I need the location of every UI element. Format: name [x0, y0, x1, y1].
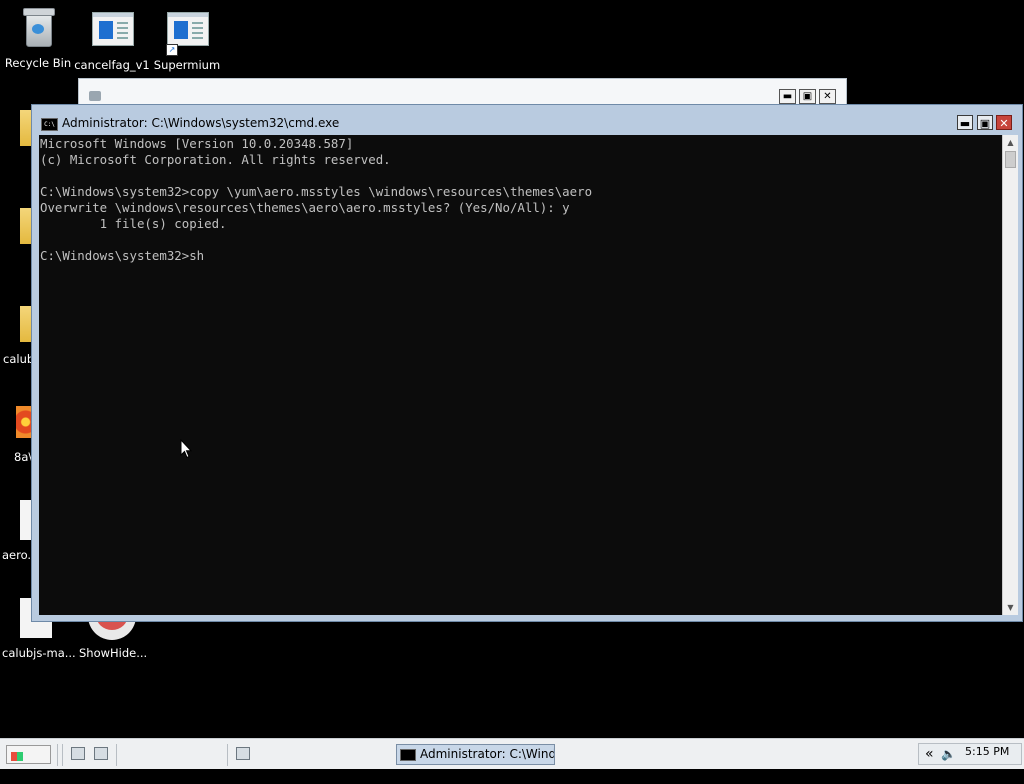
maximize-button[interactable]: ▣	[799, 89, 816, 104]
windows-logo-icon	[11, 751, 23, 761]
taskbar-item-cmd[interactable]: Administrator: C:\Wind...	[396, 744, 555, 765]
cmd-icon: C:\	[41, 118, 58, 131]
desktop-icon-label: Supermium	[153, 58, 221, 72]
desktop-icon-recycle-bin[interactable]: Recycle Bin	[0, 8, 76, 70]
taskbar: Start Administrator: C:\Wind... « 🔈 5:15…	[0, 738, 1024, 781]
camera-icon[interactable]	[236, 747, 250, 760]
recycle-bin-icon	[18, 8, 58, 52]
scroll-up-icon[interactable]: ▲	[1003, 135, 1018, 150]
scroll-thumb[interactable]	[1005, 151, 1016, 168]
desktop-icon-label: calub	[3, 352, 35, 366]
desktop-icon-label: cancelfag_v1	[74, 58, 150, 72]
console-input-line[interactable]: C:\Windows\system32>sh	[40, 248, 204, 264]
desktop-icon-label: ShowHide...	[79, 646, 148, 660]
camera-icon	[89, 91, 101, 101]
mouse-cursor-icon	[180, 439, 192, 459]
console-line: 1 file(s) copied.	[40, 216, 227, 231]
scroll-down-icon[interactable]: ▼	[1003, 600, 1018, 615]
application-window-icon	[92, 12, 134, 56]
volume-icon[interactable]: 🔈	[941, 747, 956, 761]
taskbar-item-label: Administrator: C:\Wind...	[420, 747, 555, 761]
start-button[interactable]: Start	[6, 745, 51, 781]
console-output[interactable]: Microsoft Windows [Version 10.0.20348.58…	[39, 135, 1002, 615]
maximize-button[interactable]: ▣	[977, 115, 993, 130]
cmd-title-bar[interactable]: C:\ Administrator: C:\Windows\system32\c…	[32, 105, 1022, 135]
vertical-scrollbar[interactable]: ▲ ▼	[1002, 135, 1018, 615]
start-label: Start	[11, 768, 38, 781]
console-line: Overwrite \windows\resources\themes\aero…	[40, 200, 570, 215]
clock[interactable]: 5:15 PM	[965, 745, 1009, 758]
show-desktop-icon[interactable]	[71, 747, 85, 760]
desktop-icon-label: 8a\	[14, 450, 33, 464]
desktop-icon-label: Recycle Bin	[4, 56, 72, 70]
shortcut-arrow-icon: ↗	[166, 44, 178, 56]
close-button[interactable]: ✕	[819, 89, 836, 104]
desktop-icon-cancelfag[interactable]: cancelfag_v1	[74, 12, 150, 72]
taskbar-separator	[116, 744, 117, 766]
minimize-button[interactable]: ▬	[957, 115, 973, 130]
console-line: Microsoft Windows [Version 10.0.20348.58…	[40, 136, 354, 151]
close-button[interactable]: ✕	[996, 115, 1012, 130]
desktop-icon-supermium[interactable]: ↗ Supermium	[149, 12, 225, 72]
window-title: Administrator: C:\Windows\system32\cmd.e…	[62, 116, 340, 130]
taskbar-separator	[57, 744, 58, 766]
cmd-window[interactable]: C:\ Administrator: C:\Windows\system32\c…	[31, 104, 1023, 622]
minimize-button[interactable]: ▬	[779, 89, 796, 104]
camera-icon[interactable]	[94, 747, 108, 760]
taskbar-separator	[62, 744, 63, 766]
console-line: (c) Microsoft Corporation. All rights re…	[40, 152, 391, 167]
tray-chevron-icon[interactable]: «	[925, 746, 934, 762]
flower-image-icon[interactable]	[16, 406, 32, 438]
desktop-icon-label: calubjs-ma...	[2, 646, 76, 660]
taskbar-separator	[227, 744, 228, 766]
console-line: C:\Windows\system32>copy \yum\aero.mssty…	[40, 184, 593, 199]
application-shortcut-icon: ↗	[166, 12, 209, 56]
cmd-icon	[400, 748, 416, 761]
